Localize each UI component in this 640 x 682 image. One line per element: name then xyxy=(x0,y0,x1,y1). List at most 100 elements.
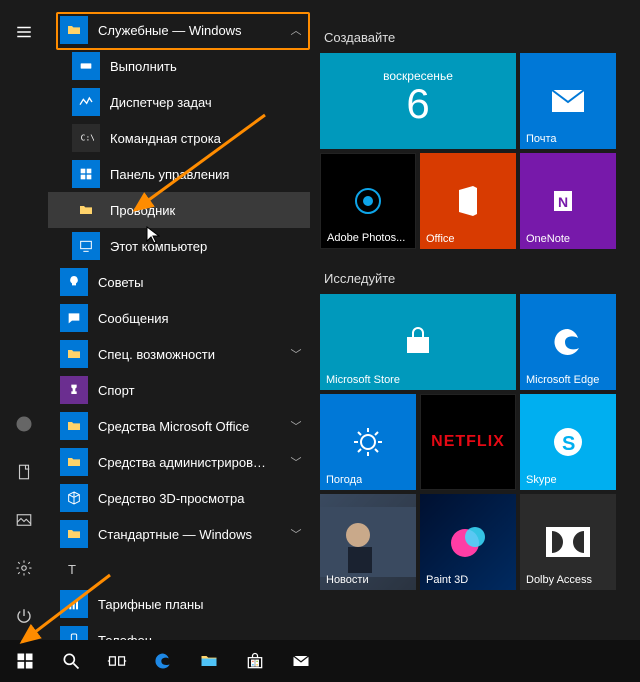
chevron-down-icon: ﹀ xyxy=(282,526,310,542)
sport-icon xyxy=(60,376,88,404)
tile-dolby[interactable]: Dolby Access xyxy=(520,494,616,590)
app-label: Этот компьютер xyxy=(110,239,310,254)
group-title-create[interactable]: Создавайте xyxy=(324,30,640,45)
search-icon[interactable] xyxy=(48,640,94,682)
folder-icon xyxy=(60,340,88,368)
phone-icon xyxy=(60,626,88,640)
folder-accessibility[interactable]: Спец. возможности ﹀ xyxy=(48,336,310,372)
taskbar-explorer-icon[interactable] xyxy=(186,640,232,682)
folder-admin-tools[interactable]: Средства администрирования... ﹀ xyxy=(48,444,310,480)
rail xyxy=(0,0,48,640)
svg-text:S: S xyxy=(562,433,575,455)
folder-icon xyxy=(60,412,88,440)
start-menu: Служебные — Windows ︿ Выполнить Диспетче… xyxy=(0,0,640,640)
app-3dviewer[interactable]: Средство 3D-просмотра xyxy=(48,480,310,516)
app-label: Выполнить xyxy=(110,59,310,74)
app-label: Командная строка xyxy=(110,131,310,146)
tile-label: Новости xyxy=(326,574,369,586)
start-button[interactable] xyxy=(2,640,48,682)
power-icon[interactable] xyxy=(0,592,48,640)
app-sport[interactable]: Спорт xyxy=(48,372,310,408)
taskview-icon[interactable] xyxy=(94,640,140,682)
app-cmd[interactable]: C:\ Командная строка xyxy=(48,120,310,156)
app-taskmgr[interactable]: Диспетчер задач xyxy=(48,84,310,120)
app-run[interactable]: Выполнить xyxy=(48,48,310,84)
pictures-icon[interactable] xyxy=(0,496,48,544)
taskbar-store-icon[interactable] xyxy=(232,640,278,682)
app-label: Средство 3D-просмотра xyxy=(98,491,310,506)
app-label: Советы xyxy=(98,275,310,290)
app-tips[interactable]: Советы xyxy=(48,264,310,300)
tile-paint3d[interactable]: Paint 3D xyxy=(420,494,516,590)
explorer-icon xyxy=(72,196,100,224)
folder-system-windows[interactable]: Служебные — Windows ︿ xyxy=(48,12,310,48)
tile-label: Microsoft Store xyxy=(326,374,400,386)
cursor-icon xyxy=(146,226,160,244)
3d-icon xyxy=(60,484,88,512)
taskbar xyxy=(0,640,640,682)
tile-calendar[interactable]: воскресенье 6 xyxy=(320,53,516,149)
chevron-up-icon: ︿ xyxy=(282,22,310,38)
folder-icon xyxy=(60,448,88,476)
tile-news[interactable]: Новости xyxy=(320,494,416,590)
folder-label: Служебные — Windows xyxy=(98,23,272,38)
control-icon xyxy=(72,160,100,188)
tile-label: Skype xyxy=(526,474,557,486)
tile-label: Microsoft Edge xyxy=(526,374,599,386)
tile-mail[interactable]: Почта xyxy=(520,53,616,149)
app-label: Спорт xyxy=(98,383,310,398)
tile-area: Создавайте воскресенье 6 Почта Adobe Pho… xyxy=(310,0,640,640)
tile-label: Paint 3D xyxy=(426,574,468,586)
tile-label: Adobe Photos... xyxy=(327,232,405,244)
folder-accessories[interactable]: Стандартные — Windows ﹀ xyxy=(48,516,310,552)
tile-label: Dolby Access xyxy=(526,574,592,586)
folder-office-tools[interactable]: Средства Microsoft Office ﹀ xyxy=(48,408,310,444)
chevron-down-icon: ﹀ xyxy=(282,346,310,362)
group-title-explore[interactable]: Исследуйте xyxy=(324,271,640,286)
taskbar-edge-icon[interactable] xyxy=(140,640,186,682)
tile-weather[interactable]: Погода xyxy=(320,394,416,490)
app-label: Тарифные планы xyxy=(98,597,310,612)
app-label: Диспетчер задач xyxy=(110,95,310,110)
app-explorer[interactable]: Проводник xyxy=(48,192,310,228)
user-icon[interactable] xyxy=(0,400,48,448)
settings-icon[interactable] xyxy=(0,544,48,592)
tile-edge[interactable]: Microsoft Edge xyxy=(520,294,616,390)
hamburger-icon[interactable] xyxy=(0,8,48,56)
tile-store[interactable]: Microsoft Store xyxy=(320,294,516,390)
app-label: Средства Microsoft Office xyxy=(98,419,272,434)
taskbar-mail-icon[interactable] xyxy=(278,640,324,682)
app-messages[interactable]: Сообщения xyxy=(48,300,310,336)
app-control-panel[interactable]: Панель управления xyxy=(48,156,310,192)
tile-skype[interactable]: S Skype xyxy=(520,394,616,490)
app-list: Служебные — Windows ︿ Выполнить Диспетче… xyxy=(48,0,310,640)
app-label: Панель управления xyxy=(110,167,310,182)
tile-label: Почта xyxy=(526,133,557,145)
tile-label: Погода xyxy=(326,474,362,486)
app-label: Спец. возможности xyxy=(98,347,272,362)
netflix-logo: NETFLIX xyxy=(421,395,515,489)
app-tariff[interactable]: Тарифные планы xyxy=(48,586,310,622)
tariff-icon xyxy=(60,590,88,618)
chevron-down-icon: ﹀ xyxy=(282,454,310,470)
tile-netflix[interactable]: NETFLIX xyxy=(420,394,516,490)
tile-office[interactable]: Office xyxy=(420,153,516,249)
run-icon xyxy=(72,52,100,80)
tile-label: OneNote xyxy=(526,233,570,245)
pc-icon xyxy=(72,232,100,260)
tile-label: Office xyxy=(426,233,455,245)
alpha-header[interactable]: Т xyxy=(48,552,310,586)
documents-icon[interactable] xyxy=(0,448,48,496)
chevron-down-icon: ﹀ xyxy=(282,418,310,434)
app-this-pc[interactable]: Этот компьютер xyxy=(48,228,310,264)
svg-text:C:\: C:\ xyxy=(81,134,94,143)
tile-photoshop[interactable]: Adobe Photos... xyxy=(320,153,416,249)
app-phone[interactable]: Телефон xyxy=(48,622,310,640)
tile-onenote[interactable]: N OneNote xyxy=(520,153,616,249)
tips-icon xyxy=(60,268,88,296)
cmd-icon: C:\ xyxy=(72,124,100,152)
app-label: Проводник xyxy=(110,203,310,218)
taskmgr-icon xyxy=(72,88,100,116)
folder-icon xyxy=(60,520,88,548)
app-label: Стандартные — Windows xyxy=(98,527,272,542)
